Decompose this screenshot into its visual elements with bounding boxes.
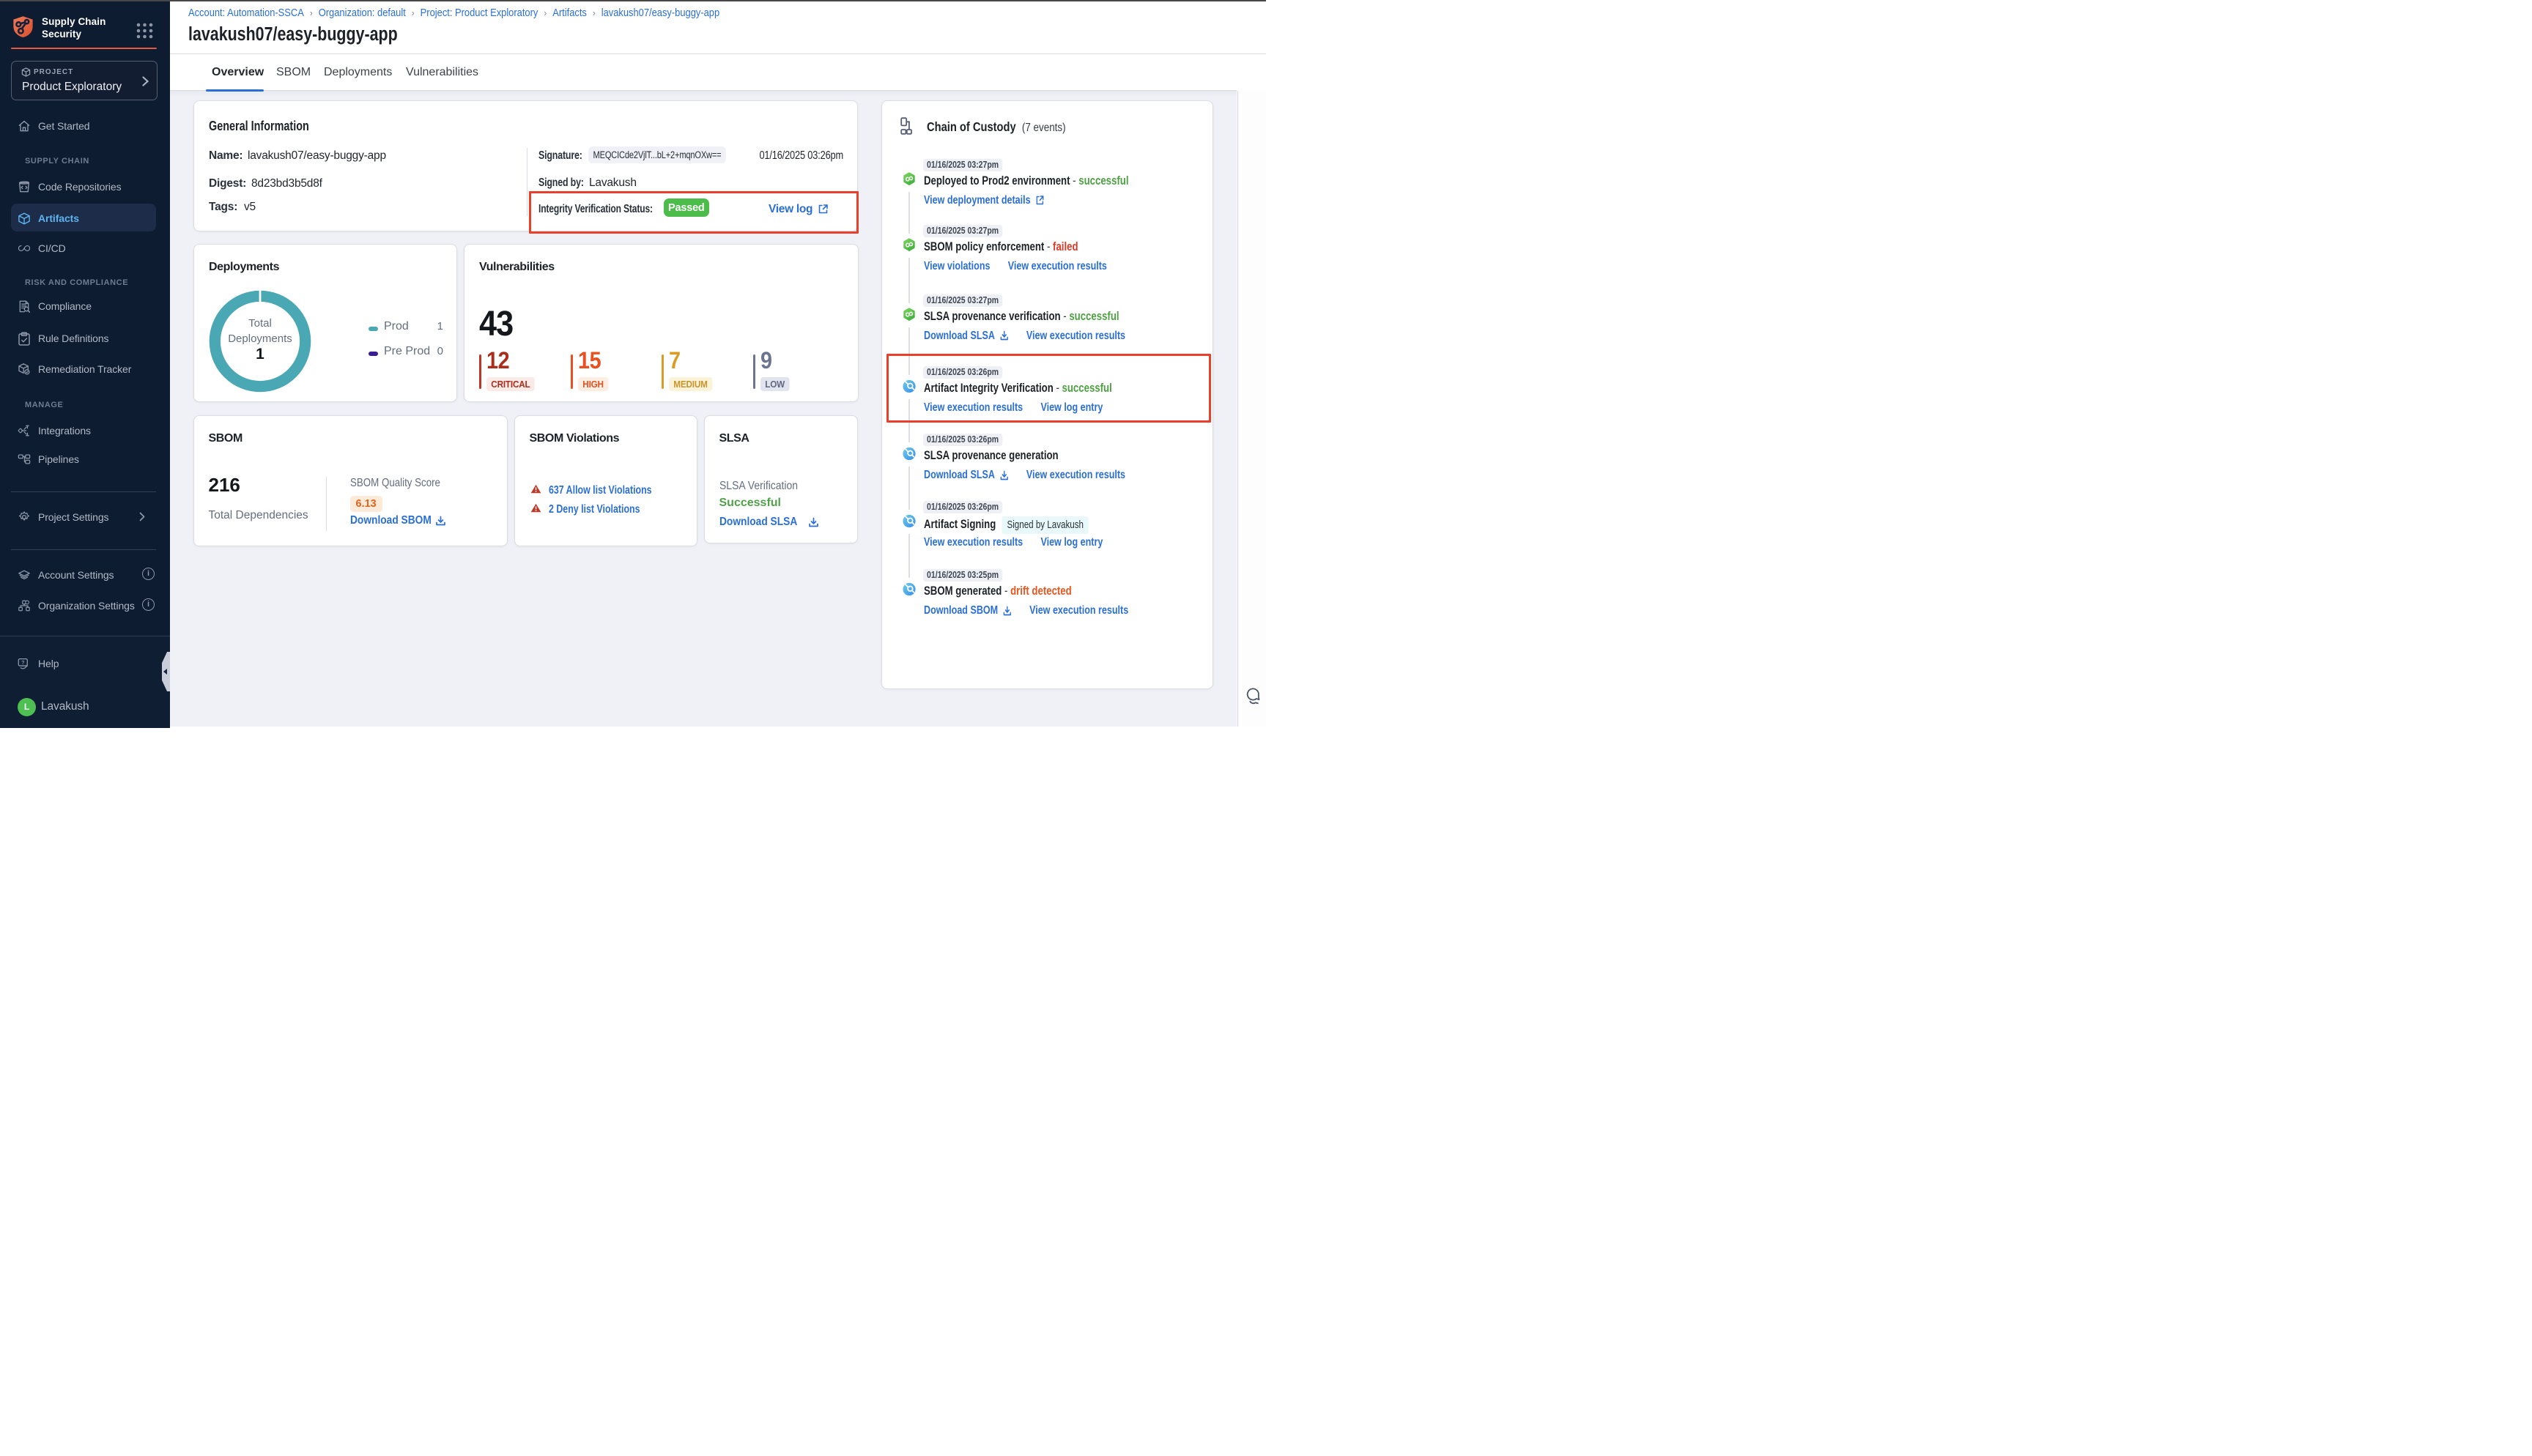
svg-text:?: ? — [21, 658, 25, 665]
